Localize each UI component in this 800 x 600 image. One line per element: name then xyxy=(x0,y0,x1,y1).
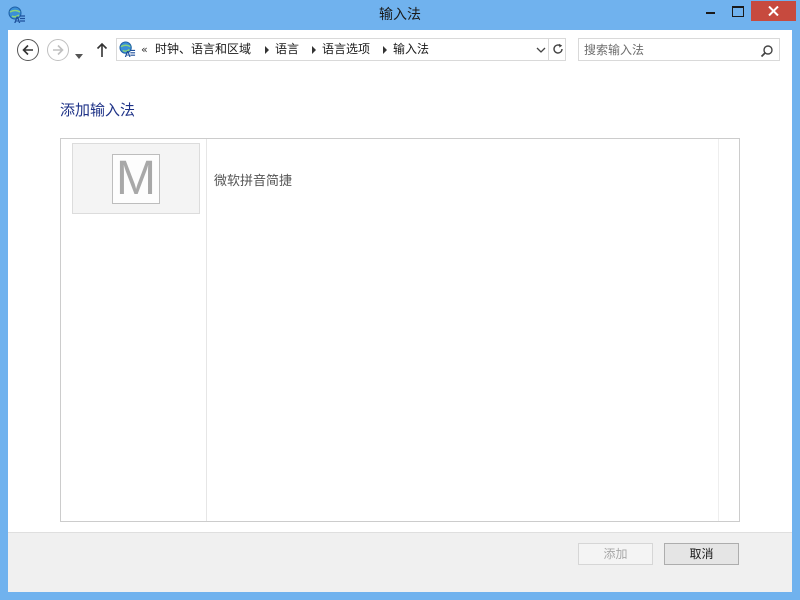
chevron-down-icon xyxy=(75,54,83,59)
page-title: 添加输入法 xyxy=(60,101,136,119)
breadcrumb-separator-icon[interactable] xyxy=(312,46,316,54)
minimize-button[interactable] xyxy=(697,1,724,21)
up-button[interactable] xyxy=(95,41,109,59)
close-icon xyxy=(768,6,779,16)
input-method-logo-icon: M xyxy=(112,154,160,204)
add-button[interactable]: 添加 xyxy=(578,543,653,565)
navigation-bar: A « 时钟、语言和区域 语言 语言选项 输入法 xyxy=(8,30,792,68)
chevron-down-icon xyxy=(536,47,546,53)
language-globe-icon: A xyxy=(119,41,136,59)
breadcrumb-item[interactable]: 输入法 xyxy=(393,39,429,60)
breadcrumb-separator-icon[interactable] xyxy=(265,46,269,54)
window-title: 输入法 xyxy=(379,7,421,23)
client-area: A « 时钟、语言和区域 语言 语言选项 输入法 搜索输入法 添加输入法 M 微… xyxy=(8,30,792,592)
list-scroll-edge xyxy=(718,139,719,521)
address-bar[interactable]: A « 时钟、语言和区域 语言 语言选项 输入法 xyxy=(116,38,566,61)
maximize-button[interactable] xyxy=(724,1,750,21)
recent-locations-button[interactable] xyxy=(74,46,84,59)
title-bar[interactable]: A 输入法 xyxy=(0,0,800,30)
close-button[interactable] xyxy=(751,1,796,21)
input-method-logo-letter: M xyxy=(116,152,156,205)
dialog-footer: 添加 取消 xyxy=(8,532,792,592)
cancel-button[interactable]: 取消 xyxy=(664,543,739,565)
back-arrow-icon xyxy=(22,44,33,56)
window-frame: A 输入法 A « 时钟、语言和区域 语言 语言选项 输入法 搜索输入法 添加输… xyxy=(0,0,800,600)
breadcrumb-item[interactable]: 语言 xyxy=(275,39,299,60)
input-method-tile[interactable]: M xyxy=(72,143,200,214)
address-history-dropdown[interactable] xyxy=(534,39,548,60)
search-box[interactable] xyxy=(578,38,780,61)
back-button[interactable] xyxy=(17,39,39,61)
input-method-name[interactable]: 微软拼音简捷 xyxy=(214,170,292,189)
up-arrow-icon xyxy=(96,42,108,57)
forward-arrow-icon xyxy=(53,44,64,56)
forward-button[interactable] xyxy=(47,39,69,61)
breadcrumb-overflow[interactable]: « xyxy=(141,39,148,60)
breadcrumb-item[interactable]: 语言选项 xyxy=(322,39,370,60)
breadcrumb-item[interactable]: 时钟、语言和区域 xyxy=(155,39,251,60)
input-method-list[interactable]: M 微软拼音简捷 xyxy=(60,138,740,522)
refresh-icon xyxy=(553,43,563,54)
breadcrumb-separator-icon[interactable] xyxy=(383,46,387,54)
search-icon[interactable] xyxy=(760,43,774,58)
search-input[interactable] xyxy=(579,39,757,60)
svg-text:A: A xyxy=(125,49,131,58)
refresh-button[interactable] xyxy=(549,39,566,60)
